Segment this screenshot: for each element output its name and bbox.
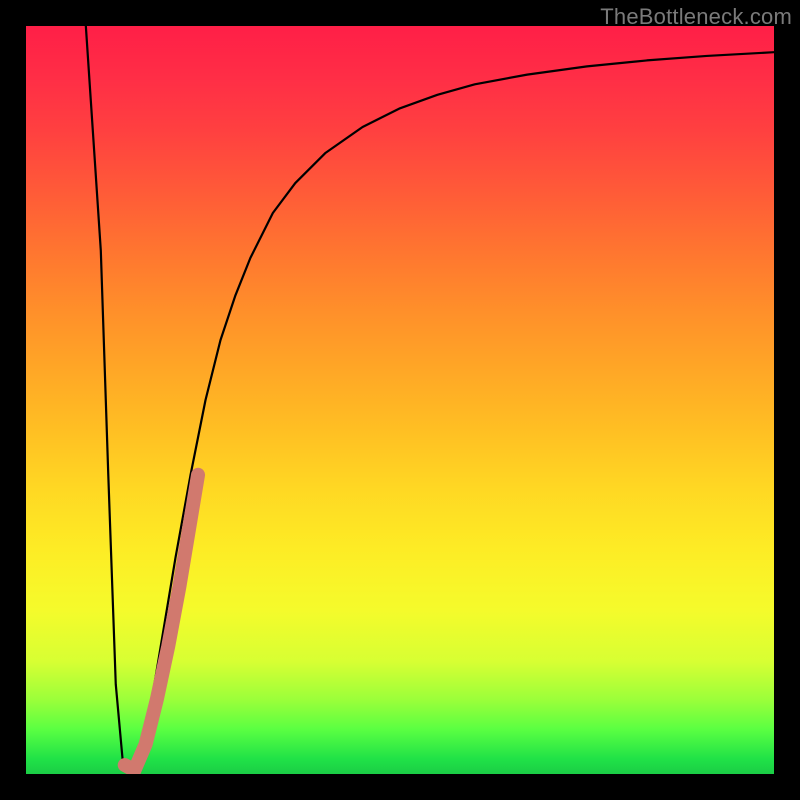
bottleneck-curve: [86, 26, 774, 774]
watermark-text: TheBottleneck.com: [600, 4, 792, 30]
plot-area: [26, 26, 774, 774]
chart-frame: TheBottleneck.com: [0, 0, 800, 800]
chart-svg: [26, 26, 774, 774]
highlight-segment: [125, 475, 198, 770]
